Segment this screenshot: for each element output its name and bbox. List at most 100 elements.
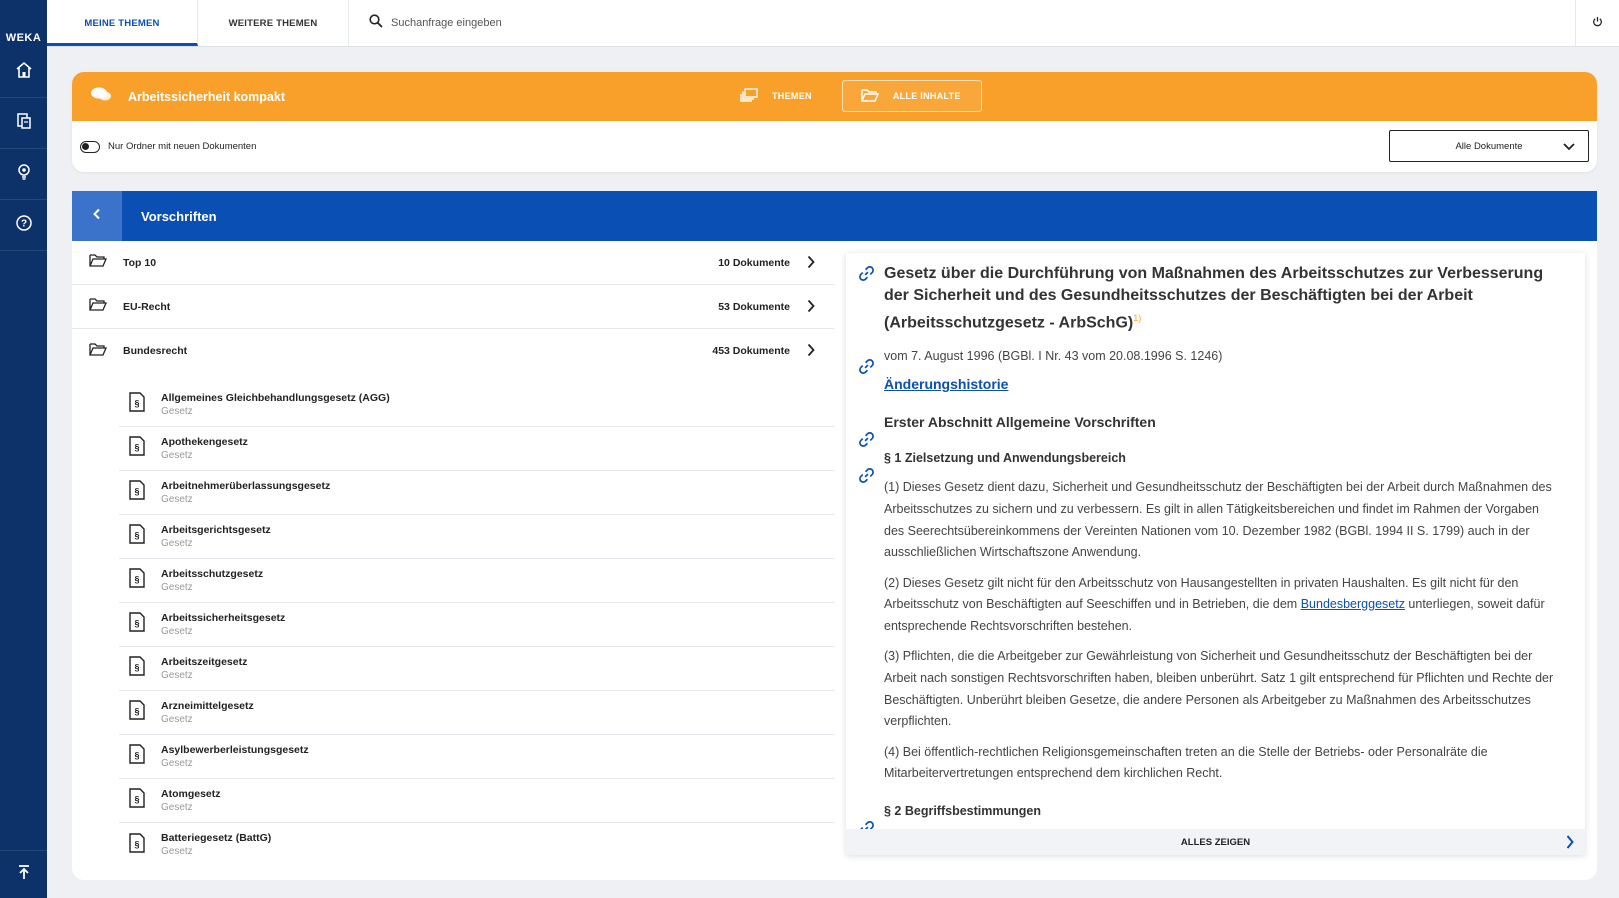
list-item[interactable]: § Allgemeines Gleichbehandlungsgesetz (A… bbox=[119, 383, 834, 427]
scroll-top-button[interactable] bbox=[0, 850, 47, 898]
document-type: Gesetz bbox=[161, 493, 193, 505]
bundesberggesetz-link[interactable]: Bundesberggesetz bbox=[1301, 597, 1405, 611]
nav-home[interactable] bbox=[0, 47, 47, 98]
view-tab-themen-label: THEMEN bbox=[772, 91, 812, 101]
home-icon bbox=[15, 61, 33, 84]
svg-text:§: § bbox=[134, 443, 139, 453]
document-title: Atomgesetz bbox=[161, 787, 221, 800]
document-title: Arbeitnehmerüberlassungsgesetz bbox=[161, 479, 331, 492]
nav-ideas[interactable] bbox=[0, 149, 47, 200]
document-type: Gesetz bbox=[161, 449, 193, 461]
help-icon: ? bbox=[15, 214, 33, 237]
document-title: Arbeitszeitgesetz bbox=[161, 655, 248, 668]
link-icon[interactable] bbox=[859, 432, 874, 452]
svg-text:§: § bbox=[134, 399, 139, 409]
svg-text:?: ? bbox=[20, 218, 26, 229]
section-heading: Erster Abschnitt Allgemeine Vorschriften bbox=[884, 414, 1156, 431]
document-type: Gesetz bbox=[161, 846, 193, 857]
next-paragraph-row: § 2 Begriffsbestimmungen bbox=[859, 801, 1555, 836]
chevron-right-icon bbox=[806, 299, 816, 318]
list-item[interactable]: § Arbeitsgerichtsgesetz Gesetz bbox=[119, 515, 834, 559]
folder-top-10[interactable]: Top 10 10 Dokumente bbox=[72, 241, 834, 285]
view-tab-alle-inhalte[interactable]: ALLE INHALTE bbox=[841, 80, 982, 112]
scroll-top-icon bbox=[16, 864, 32, 885]
paragraph-heading: § 1 Zielsetzung und Anwendungsbereich bbox=[884, 451, 1126, 466]
folder-icon bbox=[89, 297, 107, 316]
document-title: Arbeitsgerichtsgesetz bbox=[161, 523, 271, 536]
link-icon[interactable] bbox=[859, 468, 874, 488]
document-meta-row: vom 7. August 1996 (BGBl. I Nr. 43 vom 2… bbox=[859, 346, 1555, 375]
document-filter-select[interactable]: Alle Dokumente bbox=[1389, 130, 1589, 162]
document-type: Gesetz bbox=[161, 669, 193, 681]
nav-help[interactable]: ? bbox=[0, 200, 47, 251]
document-title: Arzneimittelgesetz bbox=[161, 699, 254, 712]
power-icon bbox=[1592, 14, 1603, 32]
svg-text:§: § bbox=[134, 531, 139, 541]
list-item[interactable]: § Apothekengesetz Gesetz bbox=[119, 427, 834, 471]
side-navigation: WEKA ? bbox=[0, 0, 47, 898]
logout-button[interactable] bbox=[1575, 0, 1619, 46]
stack-icon bbox=[740, 88, 758, 104]
weka-logo[interactable]: WEKA bbox=[0, 0, 47, 47]
paragraph-text: (1) Dieses Gesetz dient dazu, Sicherheit… bbox=[884, 480, 1552, 560]
law-document-icon: § bbox=[129, 392, 145, 417]
list-item[interactable]: § Arbeitnehmerüberlassungsgesetz Gesetz bbox=[119, 471, 834, 515]
chevron-right-icon bbox=[1565, 834, 1575, 853]
view-toggle: THEMEN ALLE INHALTE bbox=[722, 80, 982, 112]
document-preview-panel: Gesetz über die Durchführung von Maßnahm… bbox=[846, 253, 1585, 855]
paragraph-text: (3) Pflichten, die die Arbeitgeber zur G… bbox=[884, 649, 1554, 729]
folder-count: 10 Dokumente bbox=[718, 256, 790, 269]
link-icon[interactable] bbox=[859, 266, 874, 286]
list-item[interactable]: § Arbeitszeitgesetz Gesetz bbox=[119, 647, 834, 691]
filter-row: Nur Ordner mit neuen Dokumenten Alle Dok… bbox=[72, 121, 1597, 172]
list-item[interactable]: § Asylbewerberleistungsgesetz Gesetz bbox=[119, 735, 834, 779]
document-type: Gesetz bbox=[161, 537, 193, 549]
back-button[interactable] bbox=[72, 191, 122, 241]
documents-icon bbox=[16, 112, 32, 135]
show-all-button[interactable]: ALLES ZEIGEN bbox=[846, 829, 1585, 855]
theme-title: Arbeitssicherheit kompakt bbox=[128, 89, 285, 104]
law-document-icon: § bbox=[129, 436, 145, 461]
history-link[interactable]: Änderungshistorie bbox=[884, 376, 1008, 392]
document-filter-value: Alle Dokumente bbox=[1455, 140, 1523, 152]
theme-banner: Arbeitssicherheit kompakt THEMEN ALLE IN… bbox=[72, 72, 1597, 121]
link-icon[interactable] bbox=[859, 359, 874, 379]
folder-bundesrecht[interactable]: Bundesrecht 453 Dokumente bbox=[72, 329, 834, 373]
view-tab-themen[interactable]: THEMEN bbox=[722, 80, 830, 112]
law-document-icon: § bbox=[129, 788, 145, 813]
lightbulb-icon bbox=[16, 163, 32, 186]
law-document-icon: § bbox=[129, 656, 145, 681]
document-type: Gesetz bbox=[161, 757, 193, 769]
folder-name: Top 10 bbox=[123, 256, 157, 269]
search-input[interactable] bbox=[391, 17, 791, 29]
svg-text:§: § bbox=[134, 795, 139, 805]
new-documents-toggle-label: Nur Ordner mit neuen Dokumenten bbox=[108, 141, 257, 152]
list-item[interactable]: § Arzneimittelgesetz Gesetz bbox=[119, 691, 834, 735]
list-item[interactable]: § Arbeitssicherheitsgesetz Gesetz bbox=[119, 603, 834, 647]
document-title: Asylbewerberleistungsgesetz bbox=[161, 743, 309, 756]
footnote-marker[interactable]: 1) bbox=[1133, 313, 1141, 323]
new-documents-toggle[interactable] bbox=[80, 140, 100, 153]
svg-text:§: § bbox=[134, 839, 139, 849]
nav-documents[interactable] bbox=[0, 98, 47, 149]
folder-icon bbox=[89, 253, 107, 272]
svg-text:§: § bbox=[134, 663, 139, 673]
law-document-icon: § bbox=[129, 832, 145, 858]
tab-weitere-themen[interactable]: WEITERE THEMEN bbox=[198, 0, 349, 46]
chevron-right-icon bbox=[806, 255, 816, 274]
show-all-label: ALLES ZEIGEN bbox=[1180, 836, 1251, 848]
law-document-icon: § bbox=[129, 612, 145, 637]
tab-meine-themen[interactable]: MEINE THEMEN bbox=[47, 0, 198, 46]
svg-text:§: § bbox=[134, 487, 139, 497]
content-area: Vorschriften Top 10 10 Dokumente EU-Rech… bbox=[72, 191, 1597, 880]
document-title: Apothekengesetz bbox=[161, 435, 248, 448]
law-document-icon: § bbox=[129, 568, 145, 593]
search-icon[interactable] bbox=[369, 13, 383, 33]
list-item[interactable]: § Batteriegesetz (BattG) Gesetz bbox=[119, 823, 834, 867]
document-type: Gesetz bbox=[161, 801, 193, 813]
view-tab-alle-inhalte-label: ALLE INHALTE bbox=[892, 91, 961, 101]
folder-list: Top 10 10 Dokumente EU-Recht 53 Dokument… bbox=[72, 241, 834, 867]
list-item[interactable]: § Arbeitsschutzgesetz Gesetz bbox=[119, 559, 834, 603]
list-item[interactable]: § Atomgesetz Gesetz bbox=[119, 779, 834, 823]
folder-eu-recht[interactable]: EU-Recht 53 Dokumente bbox=[72, 285, 834, 329]
